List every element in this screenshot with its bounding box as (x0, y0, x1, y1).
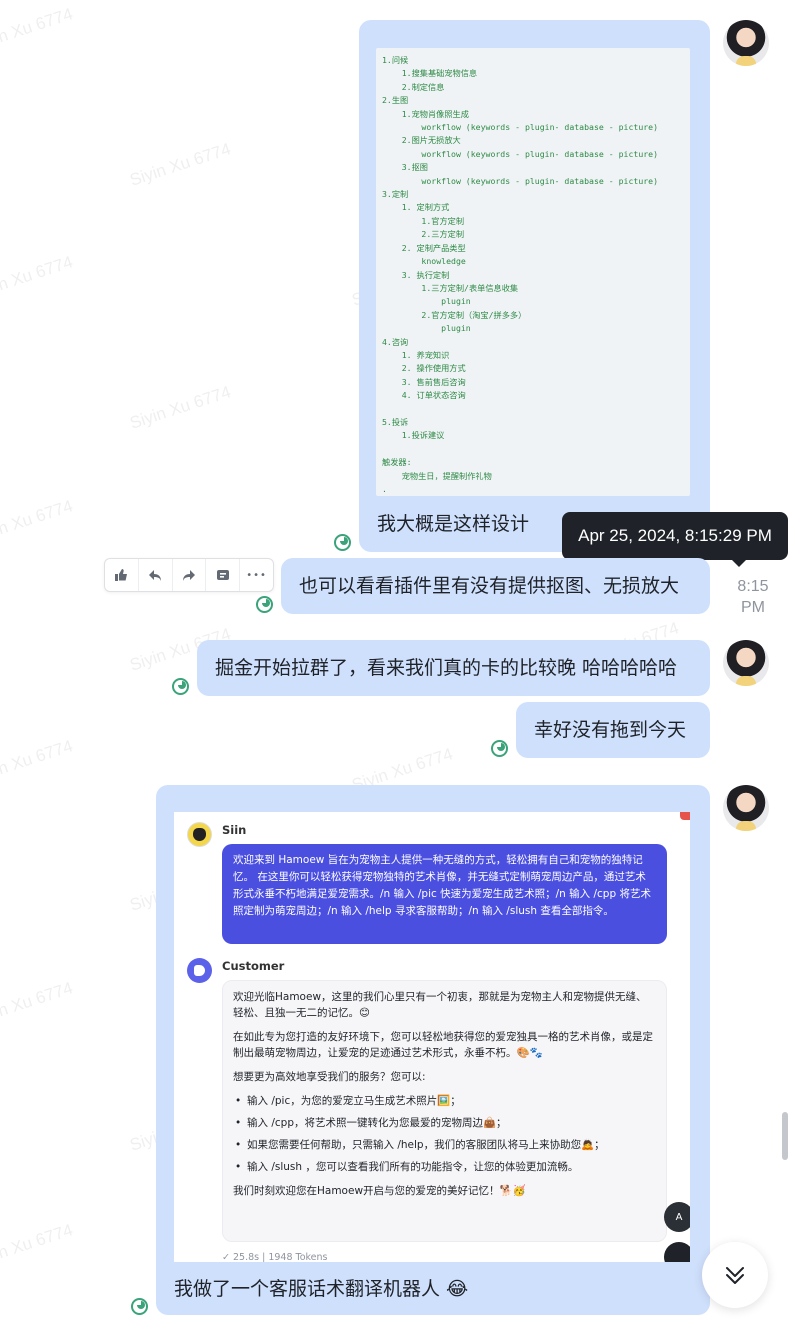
more-icon[interactable]: ••• (240, 559, 273, 591)
scrollbar-thumb[interactable] (782, 1112, 788, 1160)
customer-paragraph: 欢迎光临Hamoew，这里的我们心里只有一个初衷，那就是为宠物主人和宠物提供无缝… (233, 991, 647, 1019)
read-receipt-icon (491, 740, 508, 757)
watermark: Siyin Xu 6774 (0, 1220, 76, 1271)
code-line: workflow (keywords - plugin- database - … (382, 175, 659, 186)
code-line: 1. 定制方式 (382, 202, 450, 213)
translate-icon[interactable]: A (664, 1202, 690, 1232)
code-line: 3. 执行定制 (382, 269, 450, 280)
notification-dot (680, 812, 690, 820)
message-text: 幸好没有拖到今天 (534, 719, 687, 741)
customer-bullet: 输入 /cpp，将艺术照一键转化为您最爱的宠物周边👜； (233, 1115, 656, 1131)
assistant-float-icon[interactable] (664, 1242, 690, 1262)
code-line: 3.定制 (382, 189, 409, 200)
message-timestamp: 8:15 PM (728, 576, 778, 618)
message-text: 我做了一个客服话术翻译机器人 😂 (174, 1278, 469, 1300)
message-text: 掘金开始拉群了，看来我们真的卡的比较晚 哈哈哈哈哈 (215, 657, 678, 679)
code-line: 2.官方定制（淘宝/拼多多） (382, 309, 527, 320)
watermark: Siyin Xu 6774 (127, 382, 234, 433)
code-line: 1. 养宠知识 (382, 349, 450, 360)
customer-message: 欢迎光临Hamoew，这里的我们心里只有一个初衷，那就是为宠物主人和宠物提供无缝… (222, 980, 667, 1242)
timestamp-tooltip: Apr 25, 2024, 8:15:29 PM (562, 512, 788, 567)
reply-icon[interactable] (139, 559, 173, 591)
avatar[interactable] (723, 785, 769, 831)
code-line: 宠物生日，提醒制作礼物 (382, 470, 492, 481)
customer-paragraph: 在如此专为您打造的友好环境下，您可以轻松地获得您的爱宠独具一格的艺术肖像，或是定… (233, 1031, 653, 1059)
code-line: 1.搜集基础宠物信息 (382, 68, 478, 79)
thumbs-up-icon[interactable] (105, 559, 139, 591)
watermark: Siyin Xu 6774 (0, 4, 76, 55)
code-line: 1.三方定制/表单信息收集 (382, 282, 519, 293)
watermark: Siyin Xu 6774 (0, 978, 76, 1029)
customer-name: Customer (222, 959, 285, 973)
avatar[interactable] (723, 20, 769, 66)
code-line: . (382, 484, 387, 494)
code-line: 2. 操作使用方式 (382, 363, 466, 374)
design-outline-image[interactable]: 1.问候 1.搜集基础宠物信息 2.制定信息 2.生图 1.宠物肖像照生成 wor… (376, 48, 690, 496)
code-line: 1.官方定制 (382, 215, 465, 226)
code-line: 2.三方定制 (382, 229, 465, 240)
code-line: 5.投诉 (382, 416, 409, 427)
scroll-to-bottom-button[interactable] (702, 1242, 768, 1308)
code-line: 4.咨询 (382, 336, 409, 347)
code-line: 2.图片无损放大 (382, 135, 461, 146)
watermark: Siyin Xu 6774 (0, 252, 76, 303)
response-meta: ✓ 25.8s | 1948 Tokens (222, 1252, 328, 1262)
read-receipt-icon (172, 678, 189, 695)
customer-bullet: 输入 /pic，为您的爱宠立马生成艺术照片🖼️； (233, 1093, 656, 1109)
read-receipt-icon (334, 534, 351, 551)
code-line: workflow (keywords - plugin- database - … (382, 148, 659, 159)
bot-avatar-face (193, 828, 206, 841)
code-line: 3.抠图 (382, 162, 428, 173)
double-chevron-down-icon (726, 1267, 744, 1284)
code-line: 1.投诉建议 (382, 430, 445, 441)
forward-icon[interactable] (173, 559, 207, 591)
read-receipt-icon (131, 1298, 148, 1315)
code-line: 2. 定制产品类型 (382, 242, 466, 253)
watermark: Siyin Xu 6774 (0, 496, 76, 547)
customer-paragraph: 我们时刻欢迎您在Hamoew开启与您的爱宠的美好记忆！🐕🥳 (233, 1185, 526, 1197)
bot-name: Siin (222, 823, 247, 837)
message-text: 也可以看看插件里有没有提供抠图、无损放大 (299, 575, 680, 597)
customer-bullet: 输入 /slush ，您可以查看我们所有的功能指令，让您的体验更加流畅。 (233, 1159, 656, 1175)
message-bubble[interactable]: 也可以看看插件里有没有提供抠图、无损放大 (281, 558, 710, 614)
quote-icon[interactable] (206, 559, 241, 591)
avatar[interactable] (723, 640, 769, 686)
watermark: Siyin Xu 6774 (0, 736, 76, 787)
code-line: 3. 售前售后咨询 (382, 376, 466, 387)
timestamp-meridiem: PM (741, 599, 765, 616)
code-line: workflow (keywords - plugin- database - … (382, 122, 659, 133)
code-line: 1.问候 (382, 55, 409, 65)
embedded-chat-screenshot[interactable]: Siin 欢迎来到 Hamoew 旨在为宠物主人提供一种无缝的方式，轻松拥有自己… (174, 812, 690, 1262)
code-line: knowledge (382, 256, 466, 267)
message-action-toolbar: ••• (104, 558, 274, 592)
code-line: 2.生图 (382, 95, 409, 106)
watermark: Siyin Xu 6774 (127, 139, 234, 190)
customer-paragraph: 想要更为高效地享受我们的服务？您可以: (233, 1071, 426, 1083)
bot-message: 欢迎来到 Hamoew 旨在为宠物主人提供一种无缝的方式，轻松拥有自己和宠物的独… (222, 844, 667, 944)
code-line: 1.宠物肖像照生成 (382, 108, 469, 119)
read-receipt-icon (256, 596, 273, 613)
code-line: plugin (382, 296, 471, 307)
message-bubble[interactable]: 掘金开始拉群了，看来我们真的卡的比较晚 哈哈哈哈哈 (197, 640, 710, 696)
timestamp-time: 8:15 (737, 578, 769, 595)
message-text: 我大概是这样设计 (377, 513, 530, 535)
message-bubble[interactable]: 幸好没有拖到今天 (516, 702, 710, 758)
code-line: plugin (382, 323, 471, 334)
code-line: 4. 订单状态咨询 (382, 390, 466, 401)
code-line: 触发器: (382, 457, 412, 468)
customer-bullet: 如果您需要任何帮助，只需输入 /help，我们的客服团队将马上来协助您🙇； (233, 1137, 656, 1153)
code-line: 2.制定信息 (382, 81, 445, 92)
customer-avatar-glyph (194, 965, 205, 976)
